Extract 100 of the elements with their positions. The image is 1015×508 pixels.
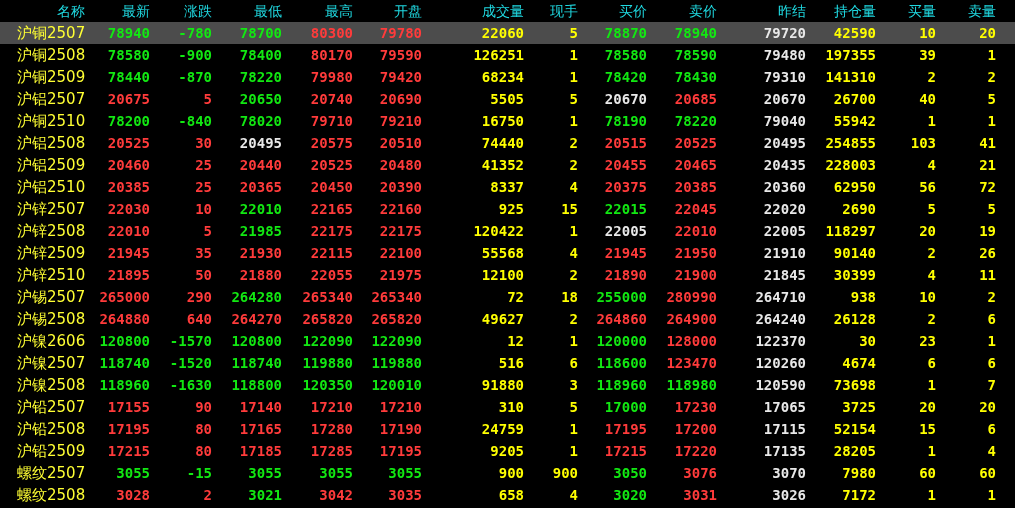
table-cell: 4 bbox=[927, 157, 936, 173]
table-row[interactable]: 沪镍2508 118960 -1630 118800 120350 120010 91880 3 118960 118980 120590 73698 1 7 bbox=[0, 374, 1015, 396]
table-cell: 10 bbox=[919, 289, 936, 305]
table-cell: 20575 bbox=[310, 135, 353, 151]
table-cell: -1520 bbox=[169, 355, 212, 371]
table-cell: 1 bbox=[569, 47, 578, 63]
table-cell: 16750 bbox=[481, 113, 524, 129]
table-row[interactable]: 沪铜2510 78200 -840 78020 79710 79210 16750 1 78190 78220 79040 55942 1 1 bbox=[0, 110, 1015, 132]
table-cell: 2 bbox=[927, 245, 936, 261]
table-cell: 20 bbox=[979, 399, 996, 415]
table-cell: 79780 bbox=[379, 25, 422, 41]
table-cell: 122370 bbox=[755, 333, 806, 349]
table-cell: 22010 bbox=[239, 201, 282, 217]
table-cell: 118297 bbox=[825, 223, 876, 239]
table-row[interactable]: 沪铜2507 78940 -780 78700 80300 79780 22060 5 78870 78940 79720 42590 10 20 bbox=[0, 22, 1015, 44]
column-header[interactable]: 最新 bbox=[122, 3, 150, 19]
contract-name: 螺纹2507 bbox=[17, 465, 86, 481]
table-cell: 20495 bbox=[763, 135, 806, 151]
table-cell: 22175 bbox=[310, 223, 353, 239]
table-row[interactable]: 沪铝2508 20525 30 20495 20575 20510 74440 2 20515 20525 20495 254855 103 41 bbox=[0, 132, 1015, 154]
table-row[interactable]: 沪铝2509 20460 25 20440 20525 20480 41352 2 20455 20465 20435 228003 4 21 bbox=[0, 154, 1015, 176]
table-cell: 78400 bbox=[239, 47, 282, 63]
table-cell: -870 bbox=[178, 69, 212, 85]
table-cell: 5 bbox=[987, 201, 996, 217]
column-header[interactable]: 买价 bbox=[619, 3, 647, 19]
column-header[interactable]: 买量 bbox=[908, 3, 936, 19]
table-cell: 2 bbox=[927, 311, 936, 327]
column-header[interactable]: 现手 bbox=[550, 3, 578, 19]
table-cell: 120800 bbox=[231, 333, 282, 349]
table-cell: 7980 bbox=[842, 465, 876, 481]
table-cell: 1 bbox=[987, 113, 996, 129]
table-cell: 1 bbox=[987, 487, 996, 503]
column-header[interactable]: 最高 bbox=[325, 3, 353, 19]
table-cell: 78870 bbox=[604, 25, 647, 41]
table-row[interactable]: 沪铅2507 17155 90 17140 17210 17210 310 5 17000 17230 17065 3725 20 20 bbox=[0, 396, 1015, 418]
table-cell: 17210 bbox=[310, 399, 353, 415]
column-header[interactable]: 最低 bbox=[254, 3, 282, 19]
table-cell: 3 bbox=[569, 377, 578, 393]
table-cell: 20 bbox=[979, 25, 996, 41]
table-cell: 78580 bbox=[107, 47, 150, 63]
table-cell: 21890 bbox=[604, 267, 647, 283]
table-cell: 30399 bbox=[833, 267, 876, 283]
table-cell: 41 bbox=[979, 135, 996, 151]
table-row[interactable]: 螺纹2508 3028 2 3021 3042 3035 658 4 3020 3031 3026 7172 1 1 bbox=[0, 484, 1015, 506]
column-header[interactable]: 卖量 bbox=[968, 3, 996, 19]
table-row[interactable]: 沪锌2508 22010 5 21985 22175 22175 120422 1 22005 22010 22005 118297 20 19 bbox=[0, 220, 1015, 242]
column-header[interactable]: 卖价 bbox=[689, 3, 717, 19]
table-cell: 80170 bbox=[310, 47, 353, 63]
table-cell: 5505 bbox=[490, 91, 524, 107]
column-header[interactable]: 昨结 bbox=[778, 3, 806, 19]
table-cell: 4674 bbox=[842, 355, 876, 371]
table-row[interactable]: 沪锌2509 21945 35 21930 22115 22100 55568 4 21945 21950 21910 90140 2 26 bbox=[0, 242, 1015, 264]
table-cell: 1 bbox=[569, 443, 578, 459]
column-header[interactable]: 持仓量 bbox=[834, 3, 876, 19]
table-cell: 20480 bbox=[379, 157, 422, 173]
table-row[interactable]: 沪铝2510 20385 25 20365 20450 20390 8337 4 20375 20385 20360 62950 56 72 bbox=[0, 176, 1015, 198]
table-cell: 20525 bbox=[107, 135, 150, 151]
column-header[interactable]: 成交量 bbox=[482, 3, 524, 19]
table-row[interactable]: 沪镍2606 120800 -1570 120800 122090 122090 12 1 120000 128000 122370 30 23 1 bbox=[0, 330, 1015, 352]
table-cell: 21 bbox=[979, 157, 996, 173]
contract-name: 沪锌2508 bbox=[17, 223, 86, 239]
table-row[interactable]: 沪铜2508 78580 -900 78400 80170 79590 126251 1 78580 78590 79480 197355 39 1 bbox=[0, 44, 1015, 66]
table-row[interactable]: 沪锌2510 21895 50 21880 22055 21975 12100 2 21890 21900 21845 30399 4 11 bbox=[0, 264, 1015, 286]
table-cell: -1630 bbox=[169, 377, 212, 393]
table-cell: 900 bbox=[498, 465, 524, 481]
table-row[interactable]: 沪铅2509 17215 80 17185 17285 17195 9205 1 17215 17220 17135 28205 1 4 bbox=[0, 440, 1015, 462]
table-cell: 1 bbox=[569, 421, 578, 437]
table-cell: 78440 bbox=[107, 69, 150, 85]
table-row[interactable]: 沪铅2508 17195 80 17165 17280 17190 24759 1 17195 17200 17115 52154 15 6 bbox=[0, 418, 1015, 440]
table-cell: 1 bbox=[569, 223, 578, 239]
table-cell: 118960 bbox=[99, 377, 150, 393]
table-cell: 5 bbox=[569, 399, 578, 415]
table-cell: 20390 bbox=[379, 179, 422, 195]
column-header[interactable]: 涨跌 bbox=[184, 3, 212, 19]
table-cell: 22030 bbox=[107, 201, 150, 217]
table-row[interactable]: 沪锌2507 22030 10 22010 22165 22160 925 15 22015 22045 22020 2690 5 5 bbox=[0, 198, 1015, 220]
table-cell: 6 bbox=[569, 355, 578, 371]
table-cell: 9205 bbox=[490, 443, 524, 459]
table-row[interactable]: 沪铝2507 20675 5 20650 20740 20690 5505 5 20670 20685 20670 26700 40 5 bbox=[0, 88, 1015, 110]
table-cell: 5 bbox=[987, 91, 996, 107]
table-row[interactable]: 沪锡2508 264880 640 264270 265820 265820 49627 2 264860 264900 264240 26128 2 6 bbox=[0, 308, 1015, 330]
table-cell: 22020 bbox=[763, 201, 806, 217]
table-cell: 280990 bbox=[666, 289, 717, 305]
table-cell: 17285 bbox=[310, 443, 353, 459]
table-cell: 17195 bbox=[379, 443, 422, 459]
table-row[interactable]: 沪镍2507 118740 -1520 118740 119880 119880 516 6 118600 123470 120260 4674 6 6 bbox=[0, 352, 1015, 374]
table-row[interactable]: 沪锡2507 265000 290 264280 265340 265340 72 18 255000 280990 264710 938 10 2 bbox=[0, 286, 1015, 308]
table-row[interactable]: 沪铜2509 78440 -870 78220 79980 79420 68234 1 78420 78430 79310 141310 2 2 bbox=[0, 66, 1015, 88]
table-cell: 20435 bbox=[763, 157, 806, 173]
table-cell: 79720 bbox=[763, 25, 806, 41]
column-header[interactable]: 开盘 bbox=[394, 3, 422, 19]
table-cell: 12 bbox=[507, 333, 524, 349]
table-row[interactable]: 螺纹2507 3055 -15 3055 3055 3055 900 900 3050 3076 3070 7980 60 60 bbox=[0, 462, 1015, 484]
table-cell: 4 bbox=[569, 179, 578, 195]
contract-name: 沪铅2509 bbox=[17, 443, 86, 459]
table-cell: 265340 bbox=[302, 289, 353, 305]
contract-name: 沪铜2507 bbox=[17, 25, 86, 41]
table-cell: 21910 bbox=[763, 245, 806, 261]
column-header[interactable]: 名称 bbox=[57, 3, 85, 19]
table-cell: 22060 bbox=[481, 25, 524, 41]
